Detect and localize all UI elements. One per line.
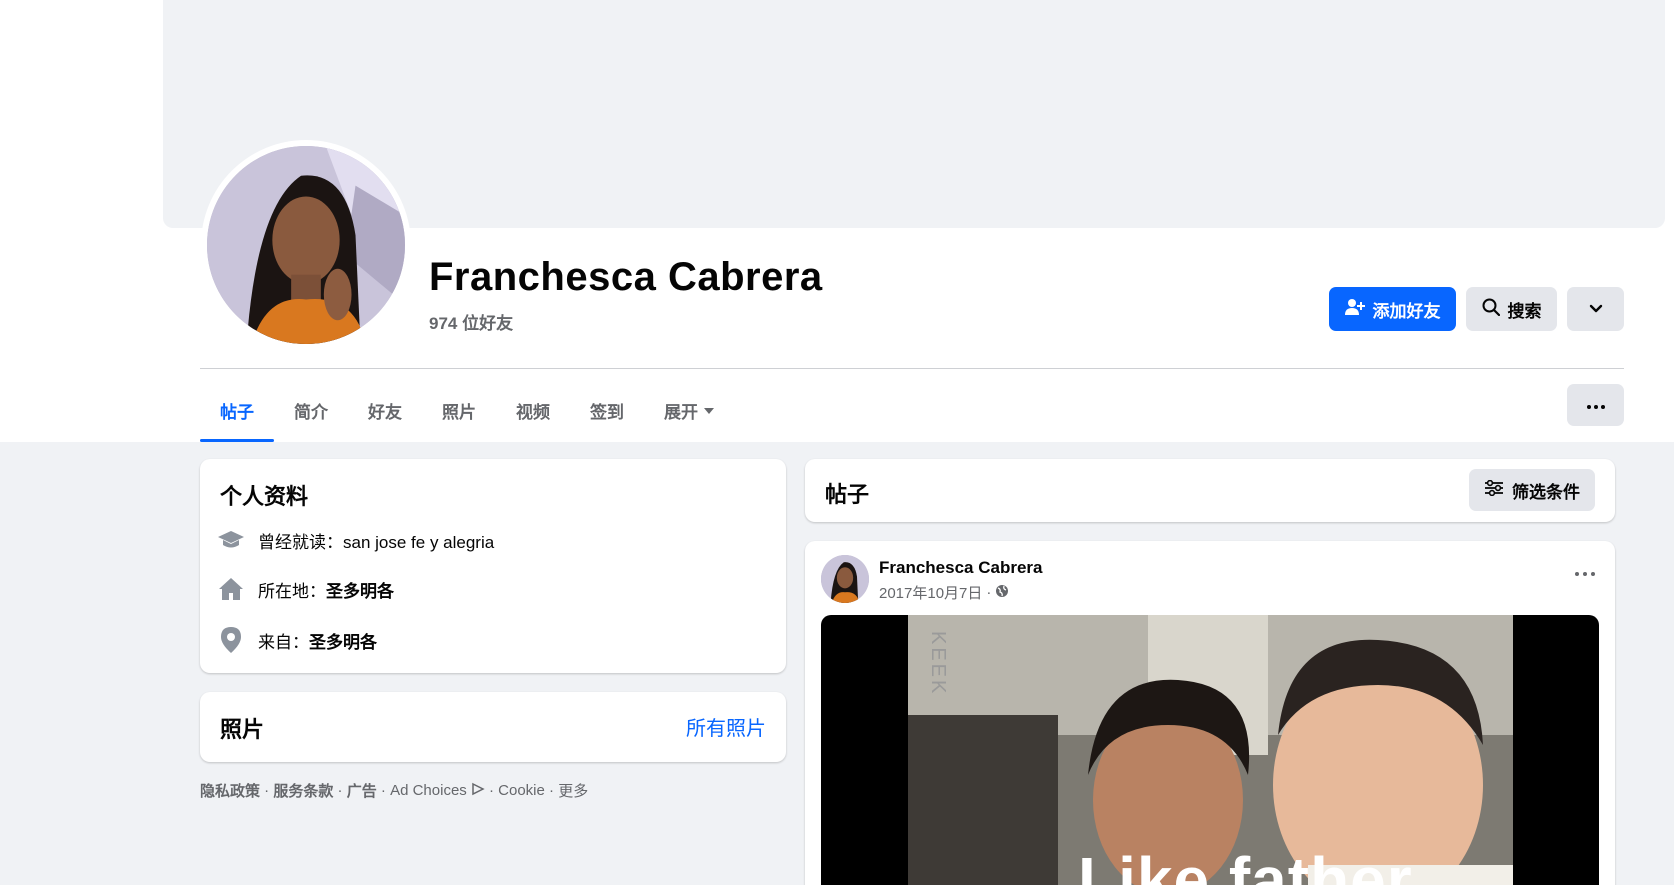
intro-location-label: 所在地： [258, 581, 326, 601]
globe-icon [995, 584, 1009, 602]
profile-picture[interactable] [207, 146, 405, 344]
tabs-more-button[interactable] [1567, 384, 1624, 426]
profile-photo-image [207, 146, 405, 344]
tab-posts[interactable]: 帖子 [200, 378, 274, 442]
cookie-link[interactable]: Cookie [498, 782, 545, 799]
tab-photos[interactable]: 照片 [422, 378, 496, 442]
intro-education-row: 曾经就读：san jose fe y alegria [218, 527, 494, 553]
profile-name: Franchesca Cabrera [429, 255, 823, 299]
intro-education-value[interactable]: san jose fe y alegria [343, 533, 494, 552]
intro-hometown-value[interactable]: 圣多明各 [309, 633, 377, 652]
search-button[interactable]: 搜索 [1466, 287, 1557, 331]
chevron-down-icon [1589, 299, 1603, 319]
post-card: Franchesca Cabrera 2017年10月7日 · KEEK Lik… [805, 541, 1615, 885]
tab-more[interactable]: 展开 [644, 378, 734, 442]
post-options-button[interactable] [1575, 563, 1595, 581]
post-author-name[interactable]: Franchesca Cabrera [879, 558, 1042, 578]
ad-choices-icon [471, 782, 485, 800]
more-link[interactable]: 更多 [558, 780, 588, 801]
more-options-button[interactable] [1567, 287, 1624, 331]
profile-tabs: 帖子 简介 好友 照片 视频 签到 展开 [200, 378, 734, 442]
tab-about[interactable]: 简介 [274, 378, 348, 442]
video-caption: Like father [1078, 844, 1413, 885]
post-author-avatar[interactable] [821, 555, 869, 603]
tab-label: 签到 [590, 402, 624, 422]
tab-videos[interactable]: 视频 [496, 378, 570, 442]
ad-choices-link[interactable]: Ad Choices [390, 782, 467, 799]
posts-header-card: 帖子 筛选条件 [805, 459, 1615, 522]
intro-card: 个人资料 曾经就读：san jose fe y alegria 所在地：圣多明各… [200, 459, 786, 673]
tab-friends[interactable]: 好友 [348, 378, 422, 442]
search-label: 搜索 [1507, 301, 1542, 321]
photos-title: 照片 [220, 717, 265, 742]
all-photos-link[interactable]: 所有照片 [686, 712, 766, 741]
tab-label: 帖子 [220, 402, 254, 422]
post-meta: 2017年10月7日 · [879, 582, 1009, 603]
video-frame: KEEK Like father [908, 615, 1513, 885]
intro-title: 个人资料 [220, 484, 309, 509]
ads-link[interactable]: 广告 [347, 780, 377, 801]
meta-separator: · [986, 584, 992, 601]
footer-links: 隐私政策 · 服务条款 · 广告 · Ad Choices · Cookie ·… [200, 780, 589, 801]
tab-label: 视频 [516, 402, 550, 422]
tab-label: 简介 [294, 402, 328, 422]
author-avatar-image [821, 555, 869, 603]
intro-hometown-row: 来自：圣多明各 [218, 627, 377, 653]
ellipsis-icon [1586, 396, 1605, 414]
filter-icon [1484, 479, 1504, 501]
add-friend-label: 添加好友 [1372, 301, 1441, 321]
tab-label: 展开 [664, 402, 698, 422]
video-watermark: KEEK [927, 631, 949, 697]
posts-title: 帖子 [825, 482, 870, 507]
tab-checkins[interactable]: 签到 [570, 378, 644, 442]
terms-link[interactable]: 服务条款 [273, 780, 333, 801]
post-video[interactable]: KEEK Like father [821, 615, 1599, 885]
home-icon [218, 576, 244, 602]
add-friend-button[interactable]: 添加好友 [1329, 287, 1456, 331]
friend-count[interactable]: 974 位好友 [429, 309, 513, 334]
privacy-link[interactable]: 隐私政策 [200, 780, 260, 801]
header-divider [200, 368, 1624, 369]
intro-location-row: 所在地：圣多明各 [218, 576, 394, 602]
add-friend-icon [1344, 298, 1365, 321]
filter-button[interactable]: 筛选条件 [1469, 469, 1595, 511]
filter-label: 筛选条件 [1512, 482, 1580, 502]
search-icon [1482, 298, 1500, 321]
tab-label: 好友 [368, 402, 402, 422]
location-pin-icon [218, 627, 244, 653]
photos-card: 照片 所有照片 [200, 692, 786, 762]
intro-education-label: 曾经就读： [258, 532, 343, 552]
caret-down-icon [704, 400, 714, 420]
ellipsis-icon [1575, 563, 1595, 580]
tab-label: 照片 [442, 402, 476, 422]
graduation-cap-icon [218, 527, 244, 553]
intro-hometown-label: 来自： [258, 632, 309, 652]
post-date[interactable]: 2017年10月7日 [879, 582, 982, 603]
intro-location-value[interactable]: 圣多明各 [326, 582, 394, 601]
